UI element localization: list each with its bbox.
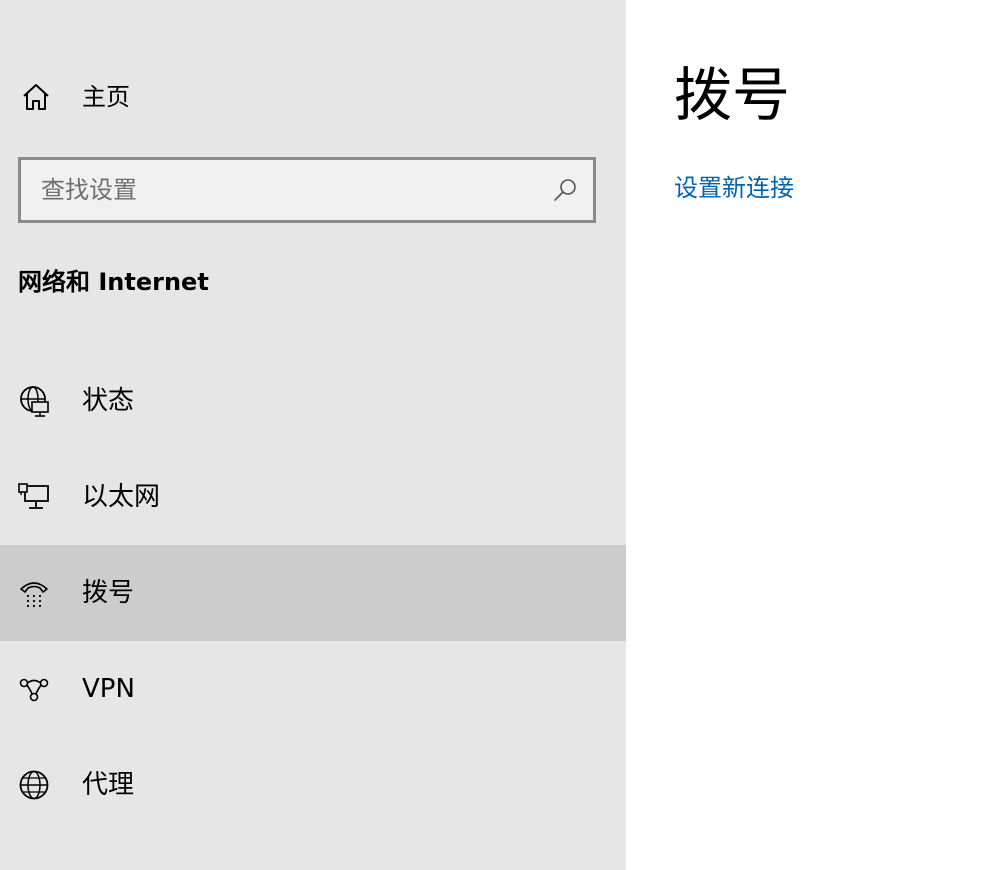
main-content: 拨号 设置新连接 [626,0,986,870]
search-box [18,157,596,223]
sidebar-item-status[interactable]: 状态 [0,353,626,449]
sidebar-item-label: 状态 [82,386,135,416]
ethernet-icon [18,481,50,513]
nav-list: 状态 以太网 拨号 VPN 代理 [0,353,626,833]
sidebar-item-proxy[interactable]: 代理 [0,737,626,833]
vpn-icon [18,673,50,705]
setup-new-connection-link[interactable]: 设置新连接 [674,170,794,206]
home-label: 主页 [82,83,130,111]
sidebar-item-ethernet[interactable]: 以太网 [0,449,626,545]
page-title: 拨号 [674,61,791,129]
sidebar-item-label: VPN [82,674,135,704]
sidebar-item-vpn[interactable]: VPN [0,641,626,737]
section-title: 网络和 Internet [18,268,209,296]
sidebar-item-label: 代理 [82,770,135,800]
settings-window: 主页 网络和 Internet [0,0,986,870]
search-icon[interactable] [551,176,579,204]
sidebar: 主页 网络和 Internet [0,0,626,870]
globe-icon [18,769,50,801]
sidebar-item-label: 以太网 [82,482,161,512]
globe-monitor-icon [18,385,50,417]
home-icon [20,81,52,113]
sidebar-item-dialup[interactable]: 拨号 [0,545,626,641]
sidebar-item-label: 拨号 [82,578,135,608]
dialup-phone-icon [18,577,50,609]
search-input[interactable] [41,160,541,220]
home-nav-item[interactable]: 主页 [0,72,626,122]
